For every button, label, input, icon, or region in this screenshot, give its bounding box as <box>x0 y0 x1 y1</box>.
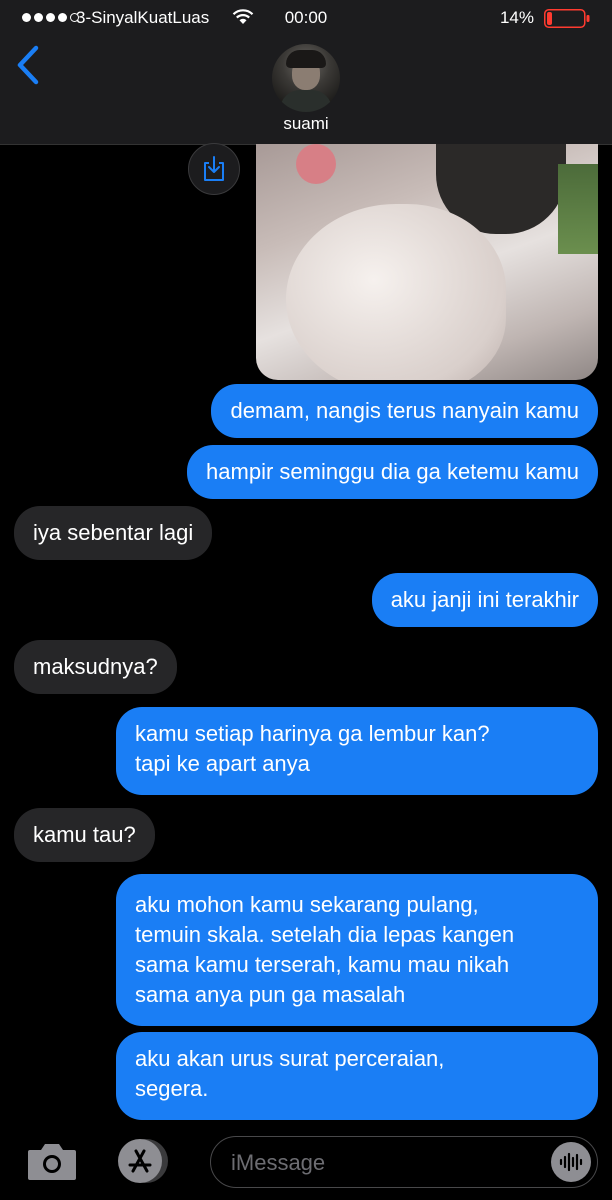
photo-message[interactable] <box>256 144 598 380</box>
message-input-placeholder: iMessage <box>231 1150 326 1175</box>
save-download-button[interactable] <box>188 143 240 195</box>
status-bar: 3-SinyalKuatLuas 00:00 14% <box>0 0 612 36</box>
message-text: kamu tau? <box>33 822 136 847</box>
message-line: temuin skala. setelah dia lepas kangen <box>135 922 515 947</box>
conversation-header: suami <box>0 36 612 145</box>
audio-message-button[interactable] <box>551 1142 591 1182</box>
message-bubble-sent[interactable]: demam, nangis terus nanyain kamu <box>211 384 598 438</box>
message-bubble-received[interactable]: iya sebentar lagi <box>14 506 213 560</box>
message-line: segera. <box>135 1076 209 1101</box>
message-line: sama kamu terserah, kamu mau nikah <box>135 952 510 977</box>
message-bubble-sent[interactable]: hampir seminggu dia ga ketemu kamu <box>187 445 598 499</box>
message-bubble-sent[interactable]: aku akan urus surat perceraian, segera. <box>116 1032 598 1120</box>
message-text: maksudnya? <box>33 654 158 679</box>
contact-avatar[interactable] <box>272 44 340 112</box>
battery-icon <box>544 9 590 28</box>
message-line: kamu setiap harinya ga lembur kan? <box>135 721 490 746</box>
message-text: demam, nangis terus nanyain kamu <box>230 398 579 423</box>
message-text: hampir seminggu dia ga ketemu kamu <box>206 459 579 484</box>
message-text: aku janji ini terakhir <box>390 587 579 612</box>
message-bubble-sent[interactable]: aku mohon kamu sekarang pulang, temuin s… <box>116 874 598 1026</box>
message-bubble-sent[interactable]: aku janji ini terakhir <box>371 573 598 627</box>
message-bubble-sent[interactable]: kamu setiap harinya ga lembur kan? tapi … <box>116 707 598 795</box>
message-text: iya sebentar lagi <box>33 520 194 545</box>
message-line: aku mohon kamu sekarang pulang, <box>135 892 479 917</box>
app-store-icon[interactable] <box>114 1136 172 1186</box>
contact-name[interactable]: suami <box>0 114 612 134</box>
back-chevron-icon[interactable] <box>12 44 44 86</box>
message-bubble-received[interactable]: maksudnya? <box>14 640 177 694</box>
message-line: aku akan urus surat perceraian, <box>135 1046 445 1071</box>
battery-percentage: 14% <box>499 8 534 27</box>
camera-icon[interactable] <box>26 1140 78 1182</box>
message-line: sama anya pun ga masalah <box>135 982 406 1007</box>
save-download-icon <box>204 156 224 181</box>
message-line: tapi ke apart anya <box>135 751 310 776</box>
message-bubble-received[interactable]: kamu tau? <box>14 808 155 862</box>
audio-waveform-icon <box>559 1152 583 1172</box>
message-input[interactable]: iMessage <box>210 1136 598 1188</box>
